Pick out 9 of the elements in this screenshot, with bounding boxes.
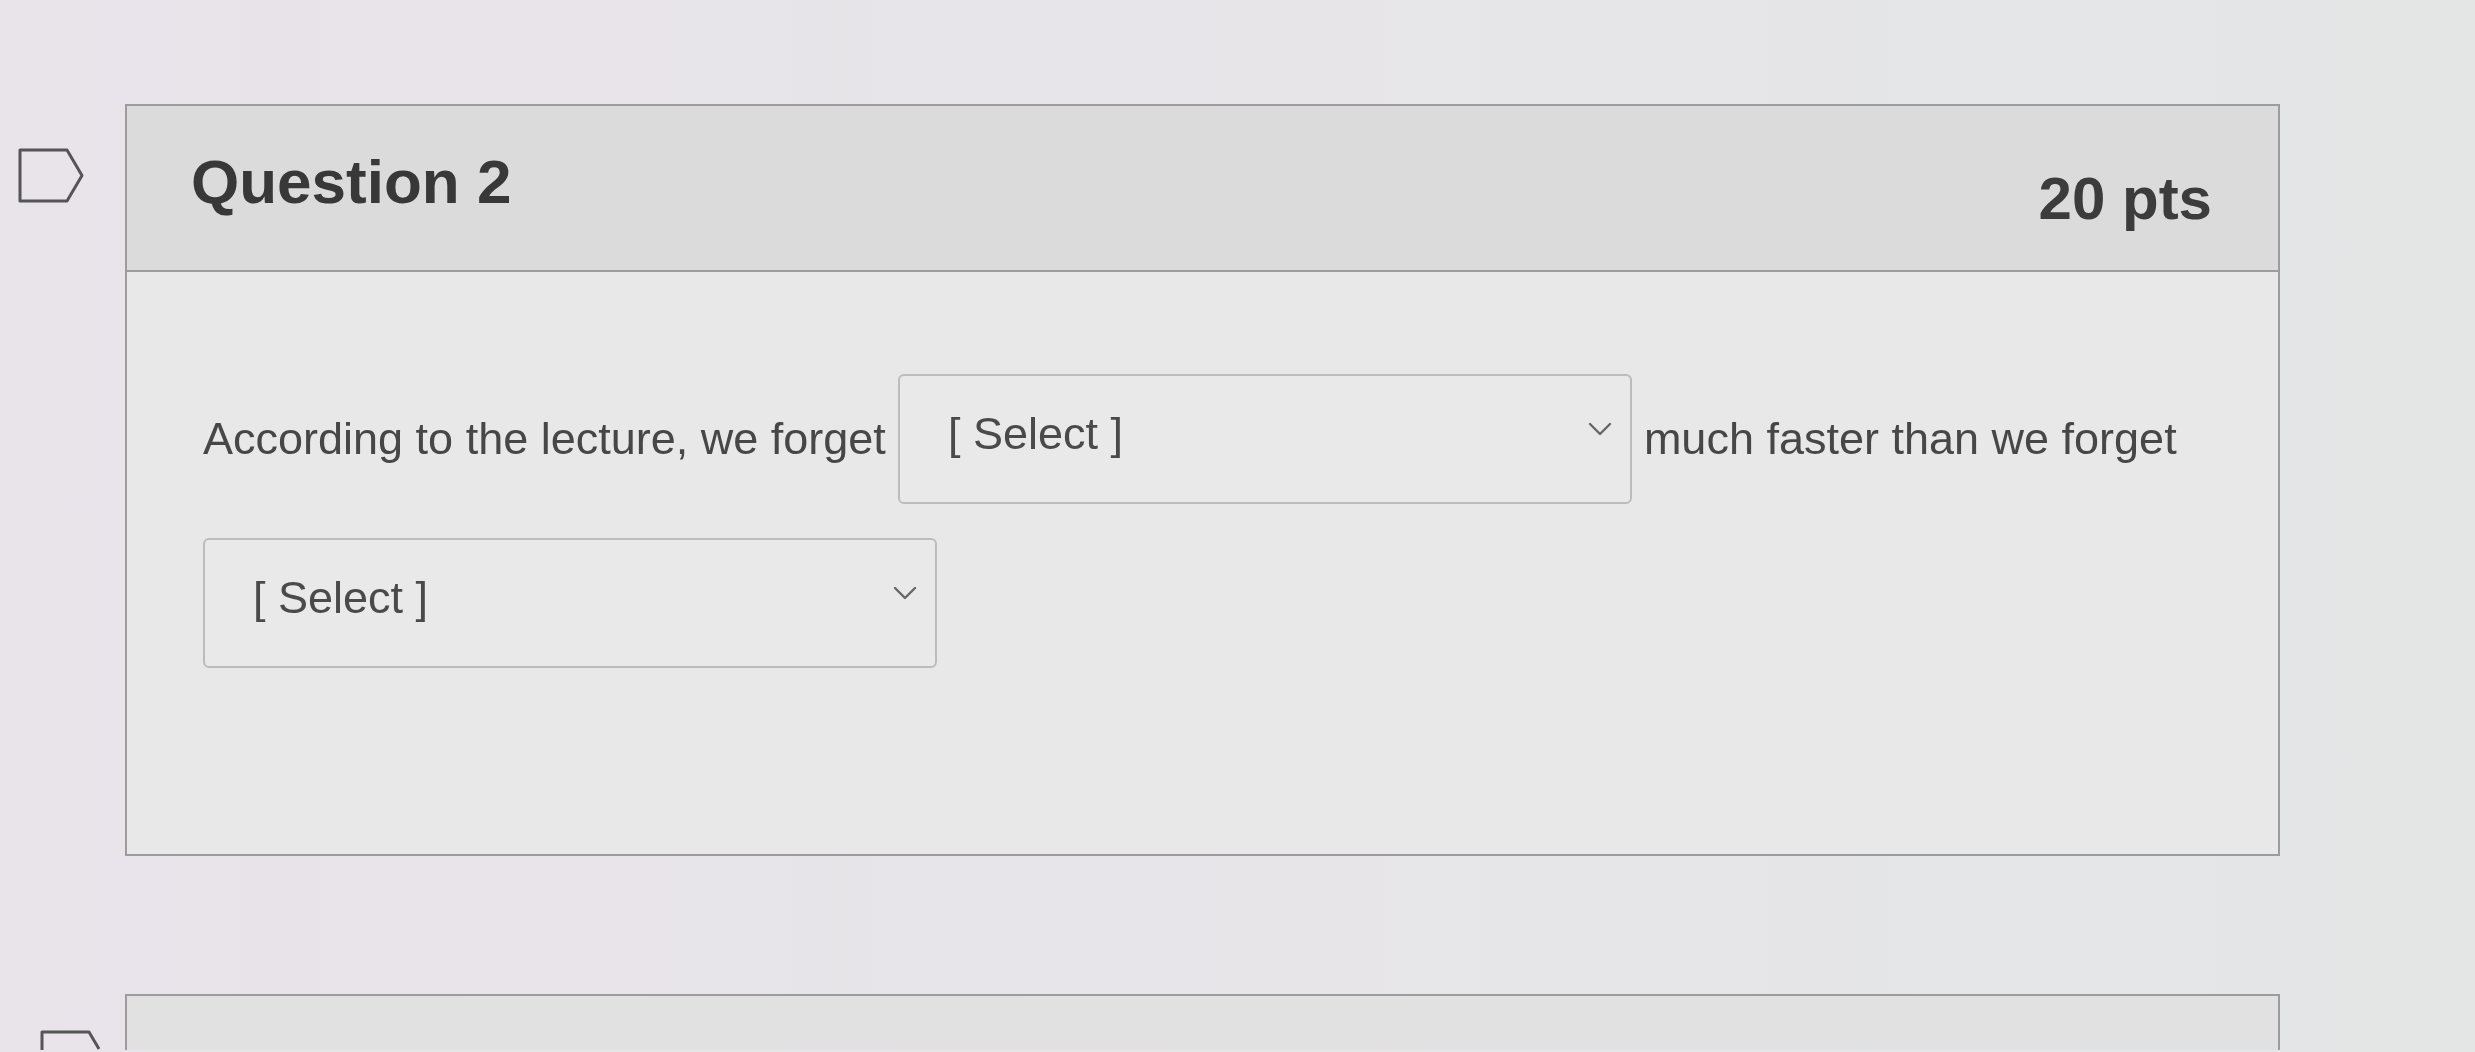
question-text: much faster than we forget [1643, 413, 2177, 465]
chevron-down-icon [893, 586, 917, 600]
flag-icon[interactable] [18, 148, 85, 203]
question-text: According to the lecture, we forget [203, 413, 886, 465]
points-label: 20 pts [2038, 163, 2212, 233]
question-title: Question 2 [191, 145, 512, 217]
answer-dropdown[interactable]: [ Select ] [897, 374, 1632, 504]
answer-dropdown[interactable]: [ Select ] [203, 538, 937, 668]
chevron-down-icon [1587, 422, 1612, 436]
